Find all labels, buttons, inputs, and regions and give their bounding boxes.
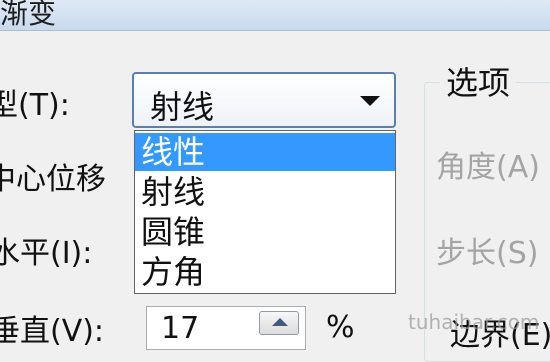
- vertical-offset-stepper[interactable]: 17: [146, 306, 306, 350]
- options-group-title: 选项: [440, 58, 517, 104]
- step-label: 步长(S): [436, 236, 539, 271]
- option-conical[interactable]: 圆锥: [135, 213, 395, 251]
- type-label: 型(T):: [0, 88, 70, 123]
- title-bar: 渐变: [0, 0, 550, 31]
- vertical-offset-value[interactable]: 17: [161, 311, 199, 346]
- vertical-label: 垂直(V):: [0, 314, 105, 349]
- option-linear[interactable]: 线性: [135, 133, 395, 171]
- horizontal-label: 水平(I):: [0, 236, 93, 271]
- gradient-type-combobox[interactable]: 射线: [132, 72, 396, 128]
- option-radial[interactable]: 射线: [135, 173, 395, 211]
- center-offset-label: 中心位移: [0, 162, 106, 197]
- increment-arrow-icon[interactable]: [259, 311, 299, 335]
- watermark: tuhaibar.com: [408, 310, 540, 334]
- window-title: 渐变: [0, 0, 57, 30]
- angle-label: 角度(A): [436, 150, 540, 185]
- gradient-type-selected: 射线: [150, 88, 215, 126]
- gradient-type-dropdown-list[interactable]: 线性 射线 圆锥 方角: [134, 130, 396, 294]
- option-square[interactable]: 方角: [135, 253, 395, 291]
- chevron-down-icon[interactable]: [360, 96, 380, 106]
